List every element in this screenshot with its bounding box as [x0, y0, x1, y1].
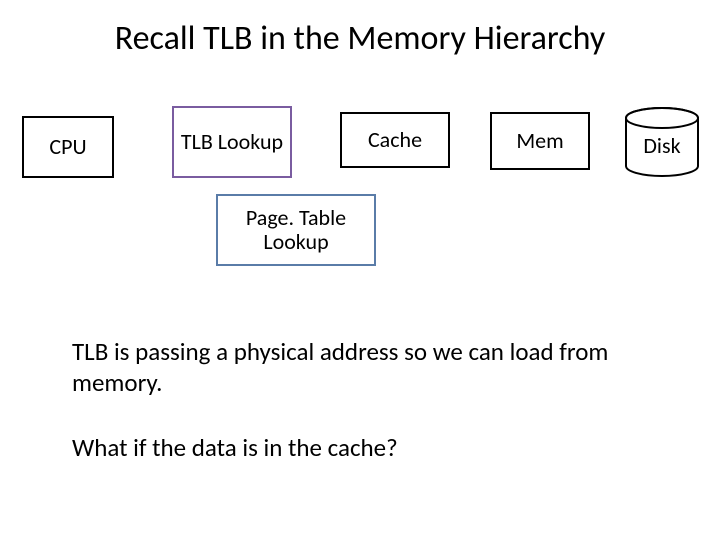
cpu-label: CPU: [49, 135, 86, 159]
cpu-box: CPU: [22, 116, 114, 178]
mem-label: Mem: [516, 129, 563, 153]
tlb-lookup-box: TLB Lookup: [172, 106, 292, 178]
slide-title: Recall TLB in the Memory Hierarchy: [0, 18, 720, 59]
page-table-lookup-label: Page. Table Lookup: [218, 206, 374, 254]
body-text-1: TLB is passing a physical address so we …: [72, 336, 662, 399]
body-text-2: What if the data is in the cache?: [72, 432, 662, 463]
disk-label: Disk: [622, 106, 702, 178]
mem-box: Mem: [490, 112, 590, 170]
page-table-lookup-box: Page. Table Lookup: [216, 194, 376, 266]
cache-box: Cache: [340, 112, 450, 168]
tlb-lookup-label: TLB Lookup: [181, 130, 283, 154]
slide: Recall TLB in the Memory Hierarchy CPU T…: [0, 0, 720, 540]
cache-label: Cache: [368, 128, 422, 152]
disk-cylinder: Disk: [622, 106, 702, 178]
